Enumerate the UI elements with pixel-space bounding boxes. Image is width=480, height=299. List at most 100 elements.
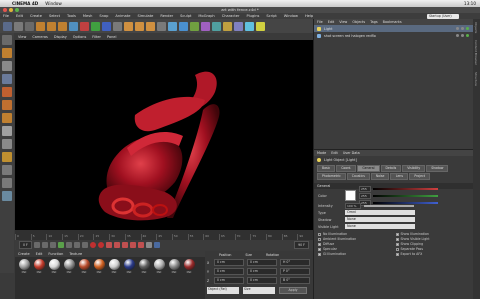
option-checkbox[interactable]: Separate Pass	[395, 247, 470, 251]
bend-deformer-icon[interactable]	[212, 21, 221, 31]
size-field[interactable]: 0 cm	[247, 277, 277, 284]
checkbox-icon[interactable]	[395, 247, 399, 251]
size-field[interactable]: 0 cm	[247, 268, 277, 275]
rgb-slider[interactable]	[373, 194, 438, 197]
sculpt-icon[interactable]	[2, 191, 12, 201]
coordinate-system-icon[interactable]	[113, 21, 122, 31]
render-visibility-dot[interactable]	[461, 34, 464, 37]
checkbox-icon[interactable]	[318, 247, 321, 251]
position-field[interactable]: 0 cm	[214, 268, 244, 275]
redo-icon[interactable]	[14, 21, 23, 31]
option-checkbox[interactable]: Show Clipping	[395, 242, 470, 246]
editor-visibility-dot[interactable]	[456, 27, 459, 30]
material-swatch[interactable]: Mat	[123, 259, 135, 274]
polygons-mode-icon[interactable]	[2, 113, 12, 123]
tab-basic[interactable]: Basic	[317, 165, 336, 172]
keyframe-selection-icon[interactable]	[105, 242, 112, 248]
type-dropdown[interactable]: Omni	[345, 210, 415, 215]
option-checkbox[interactable]: Specular	[318, 247, 392, 251]
option-checkbox[interactable]: Show Illumination	[395, 232, 470, 236]
tab-general[interactable]: General	[357, 165, 380, 172]
coord-size-select[interactable]: Size	[243, 287, 275, 294]
material-swatch[interactable]: Mat	[33, 259, 45, 274]
tweak-icon[interactable]	[2, 139, 12, 149]
object-menu-view[interactable]: View	[339, 19, 347, 25]
rgb-slider[interactable]	[373, 187, 438, 190]
material-swatch[interactable]: Mat	[153, 259, 165, 274]
shadow-dropdown[interactable]: None	[345, 217, 415, 222]
intensity-field[interactable]: 100 %	[345, 202, 361, 209]
rotation-field[interactable]: H 0°	[280, 259, 310, 266]
step-back-icon[interactable]	[49, 242, 56, 248]
z-axis-icon[interactable]	[102, 21, 111, 31]
enable-check-icon[interactable]	[466, 27, 469, 30]
checkbox-icon[interactable]	[318, 242, 321, 246]
side-tab[interactable]: Objects	[474, 22, 478, 33]
rotation-field[interactable]: B 0°	[280, 277, 310, 284]
autokey-icon[interactable]	[97, 242, 104, 248]
render-visibility-dot[interactable]	[461, 27, 464, 30]
editor-visibility-dot[interactable]	[456, 34, 459, 37]
planar-workplane-icon[interactable]	[2, 178, 12, 188]
minimize-window-button[interactable]	[9, 8, 13, 12]
rgb-slider[interactable]	[373, 201, 438, 204]
axis-mode-icon[interactable]	[2, 126, 12, 136]
object-menu-file[interactable]: File	[317, 19, 323, 25]
option-checkbox[interactable]: GI Illumination	[318, 252, 392, 256]
checkbox-icon[interactable]	[395, 232, 399, 236]
tab-details[interactable]: Details	[380, 165, 402, 172]
camera-icon[interactable]	[234, 21, 243, 31]
y-axis-icon[interactable]	[91, 21, 100, 31]
texture-mode-icon[interactable]	[2, 61, 12, 71]
option-checkbox[interactable]: Diffuse	[318, 242, 392, 246]
rotate-icon[interactable]	[58, 21, 67, 31]
scene-icon[interactable]	[256, 21, 265, 31]
light-icon[interactable]	[245, 21, 254, 31]
point-level-icon[interactable]	[145, 242, 152, 248]
recent-tool-icon[interactable]	[69, 21, 78, 31]
go-to-start-icon[interactable]	[33, 242, 40, 248]
object-menu-bookmarks[interactable]: Bookmarks	[383, 19, 402, 25]
tab-shadow[interactable]: Shadow	[426, 165, 449, 172]
model-mode-icon[interactable]	[2, 48, 12, 58]
side-tab[interactable]: Structure	[474, 72, 478, 86]
close-window-button[interactable]	[3, 8, 7, 12]
cube-icon[interactable]	[168, 21, 177, 31]
intensity-slider[interactable]	[364, 204, 414, 207]
render-settings-icon[interactable]	[146, 21, 155, 31]
rotation-field[interactable]: P 0°	[280, 268, 310, 275]
side-tab[interactable]: Content Browser	[474, 40, 478, 65]
render-view-icon[interactable]	[124, 21, 133, 31]
position-field[interactable]: 0 cm	[214, 277, 244, 284]
scheme-icon[interactable]	[153, 242, 160, 248]
material-swatch[interactable]: Mat	[183, 259, 195, 274]
start-frame-field[interactable]: 0 F	[19, 241, 32, 249]
workplane-icon[interactable]	[2, 74, 12, 84]
position-field[interactable]: 0 cm	[214, 259, 244, 266]
option-checkbox[interactable]: Show Visible Light	[395, 237, 470, 241]
live-selection-icon[interactable]	[25, 21, 34, 31]
make-editable-icon[interactable]	[2, 35, 12, 45]
pen-spline-icon[interactable]	[179, 21, 188, 31]
locked-workplane-icon[interactable]	[2, 165, 12, 175]
window-menu[interactable]: Window	[45, 0, 62, 7]
option-checkbox[interactable]: No Illumination	[318, 232, 392, 236]
checkbox-icon[interactable]	[318, 232, 321, 236]
x-axis-icon[interactable]	[80, 21, 89, 31]
undo-icon[interactable]	[3, 21, 12, 31]
render-picture-viewer-icon[interactable]	[135, 21, 144, 31]
end-frame-field[interactable]: 90 F	[294, 241, 309, 249]
rotation-key-icon[interactable]	[129, 242, 136, 248]
object-menu-edit[interactable]: Edit	[328, 19, 335, 25]
next-key-icon[interactable]	[73, 242, 80, 248]
attribute-menu-user-data[interactable]: User Data	[343, 150, 360, 156]
coord-mode-select[interactable]: Object (Rel)	[207, 287, 239, 294]
array-icon[interactable]	[201, 21, 210, 31]
object-row[interactable]: shot screen red halogen redflo	[314, 32, 473, 39]
attribute-menu-edit[interactable]: Edit	[331, 150, 338, 156]
color-swatch[interactable]	[345, 190, 356, 201]
material-swatch[interactable]: Mat	[108, 259, 120, 274]
checkbox-icon[interactable]	[395, 237, 399, 241]
checkbox-icon[interactable]	[395, 242, 399, 246]
checkbox-icon[interactable]	[318, 237, 321, 241]
